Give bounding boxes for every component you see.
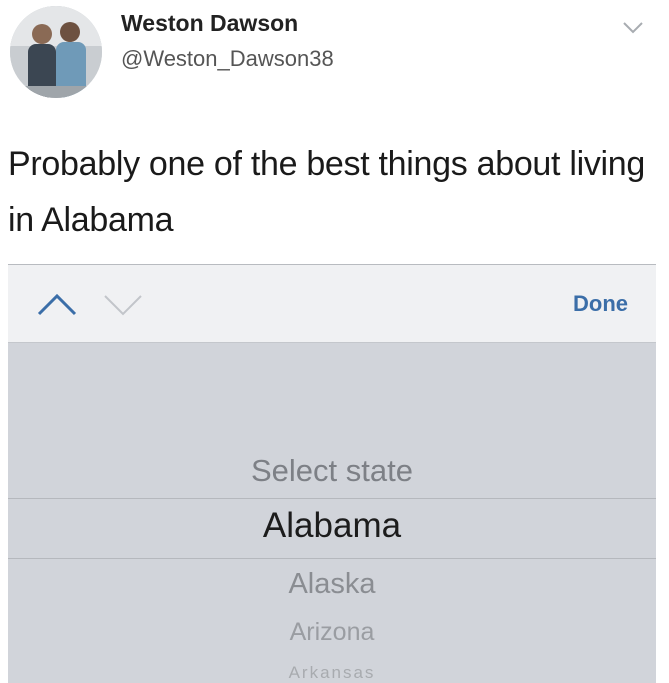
user-handle[interactable]: @Weston_Dawson38 bbox=[121, 46, 334, 72]
picker-option[interactable]: Arizona bbox=[8, 618, 656, 647]
avatar[interactable] bbox=[10, 6, 102, 98]
picker-option[interactable]: Arkansas bbox=[8, 663, 656, 683]
avatar-photo bbox=[10, 6, 102, 98]
chevron-up-icon[interactable] bbox=[36, 292, 78, 318]
selection-divider bbox=[8, 558, 656, 559]
chevron-down-icon[interactable] bbox=[102, 292, 144, 318]
display-name[interactable]: Weston Dawson bbox=[121, 10, 298, 37]
picker-toolbar: Done bbox=[8, 264, 656, 343]
tweet-text: Probably one of the best things about li… bbox=[8, 145, 646, 239]
selection-divider bbox=[8, 498, 656, 499]
done-button[interactable]: Done bbox=[573, 291, 628, 317]
picker-wheel[interactable]: Select state Alabama Alaska Arizona Arka… bbox=[8, 343, 656, 683]
picker-option[interactable]: Alaska bbox=[8, 568, 656, 601]
picker-option[interactable]: Select state bbox=[8, 453, 656, 489]
state-picker: Done Select state Alabama Alaska Arizona… bbox=[8, 264, 656, 683]
chevron-down-icon[interactable] bbox=[622, 20, 644, 36]
picker-option-selected[interactable]: Alabama bbox=[8, 506, 656, 546]
tweet-header: Weston Dawson @Weston_Dawson38 bbox=[0, 0, 669, 110]
